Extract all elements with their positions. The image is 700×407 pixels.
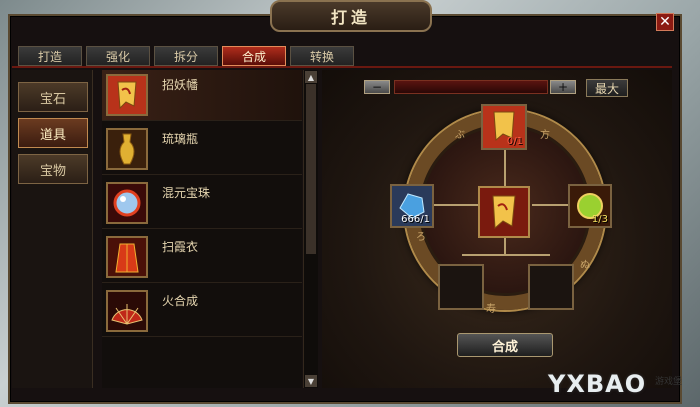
tab-bar: 打造 强化 拆分 合成 转换 (18, 46, 354, 66)
item-list: 招妖幡 琉璃瓶 混元宝珠 扫霞衣 火合成 (102, 70, 302, 388)
watermark-sub: 游戏堡 (655, 377, 683, 387)
close-button[interactable]: ✕ (656, 13, 674, 31)
item-list-scrollbar[interactable]: ▲ ▼ (303, 70, 318, 388)
item-name: 琉璃瓶 (162, 132, 199, 146)
category-label: 宝石 (39, 91, 66, 107)
category-props-button[interactable]: 道具 (18, 118, 88, 148)
ring-rune: 寿 (486, 304, 496, 315)
fan-icon (106, 290, 148, 332)
material-slot-right[interactable]: 1/3 (568, 184, 612, 228)
connector-line (504, 238, 506, 254)
item-name: 混元宝珠 (162, 186, 211, 200)
minus-icon: − (371, 80, 383, 94)
tab-enhance[interactable]: 强化 (86, 46, 150, 66)
result-slot[interactable] (478, 186, 530, 238)
synthesize-button[interactable]: 合成 (457, 333, 553, 357)
max-label: 最大 (594, 81, 619, 96)
category-treasure-button[interactable]: 宝物 (18, 154, 88, 184)
quantity-plus-button[interactable]: + (550, 80, 576, 94)
item-name: 招妖幡 (162, 78, 199, 92)
list-item[interactable]: 琉璃瓶 (102, 124, 302, 175)
list-item[interactable]: 火合成 (102, 286, 302, 337)
scroll-thumb[interactable] (306, 84, 316, 254)
tab-label: 拆分 (173, 49, 198, 64)
banner-icon (106, 74, 148, 116)
quantity-minus-button[interactable]: − (364, 80, 390, 94)
category-gem-button[interactable]: 宝石 (18, 82, 88, 112)
empty-slot[interactable] (528, 264, 574, 310)
ring-rune: ろ (416, 232, 426, 243)
ring-rune: ぶ (455, 130, 465, 141)
close-icon: ✕ (659, 14, 671, 30)
quantity-max-button[interactable]: 最大 (586, 79, 628, 97)
category-label: 道具 (39, 127, 66, 143)
scroll-down-icon[interactable]: ▼ (305, 375, 317, 387)
orb-icon (106, 182, 148, 224)
category-label: 宝物 (39, 163, 66, 179)
connector-line (462, 254, 550, 256)
tab-label: 合成 (241, 49, 266, 64)
tab-forge[interactable]: 打造 (18, 46, 82, 66)
material-slot-top[interactable]: 0/1 (481, 104, 527, 150)
list-item[interactable]: 混元宝珠 (102, 178, 302, 229)
tab-label: 转换 (309, 49, 334, 64)
category-column: 宝石 道具 宝物 (12, 70, 93, 388)
synthesize-label: 合成 (491, 339, 518, 355)
plus-icon: + (557, 80, 569, 94)
tab-label: 打造 (37, 49, 62, 64)
tab-divider (12, 66, 672, 68)
tab-synthesize[interactable]: 合成 (222, 46, 286, 66)
tab-label: 强化 (105, 49, 130, 64)
scroll-up-icon[interactable]: ▲ (305, 71, 317, 83)
empty-slot[interactable] (438, 264, 484, 310)
window-title: 打造 (330, 8, 371, 27)
material-slot-left[interactable]: 666/1 (390, 184, 434, 228)
vase-icon (106, 128, 148, 170)
ring-rune: 方 (540, 130, 550, 141)
quantity-track[interactable] (394, 80, 548, 94)
list-item[interactable]: 招妖幡 (102, 70, 302, 121)
tab-split[interactable]: 拆分 (154, 46, 218, 66)
banner-icon (480, 188, 528, 236)
ring-rune: ぬ (580, 260, 590, 271)
slot-count: 666/1 (401, 214, 430, 225)
window-title-plate: 打造 (270, 0, 432, 32)
robe-icon (106, 236, 148, 278)
slot-count: 1/3 (591, 214, 608, 225)
slot-count: 0/1 (506, 136, 523, 147)
connector-line (504, 150, 506, 186)
list-item[interactable]: 扫霞衣 (102, 232, 302, 283)
tab-convert[interactable]: 转换 (290, 46, 354, 66)
item-name: 火合成 (162, 294, 199, 308)
watermark: YXBAO (548, 370, 647, 398)
item-name: 扫霞衣 (162, 240, 199, 254)
